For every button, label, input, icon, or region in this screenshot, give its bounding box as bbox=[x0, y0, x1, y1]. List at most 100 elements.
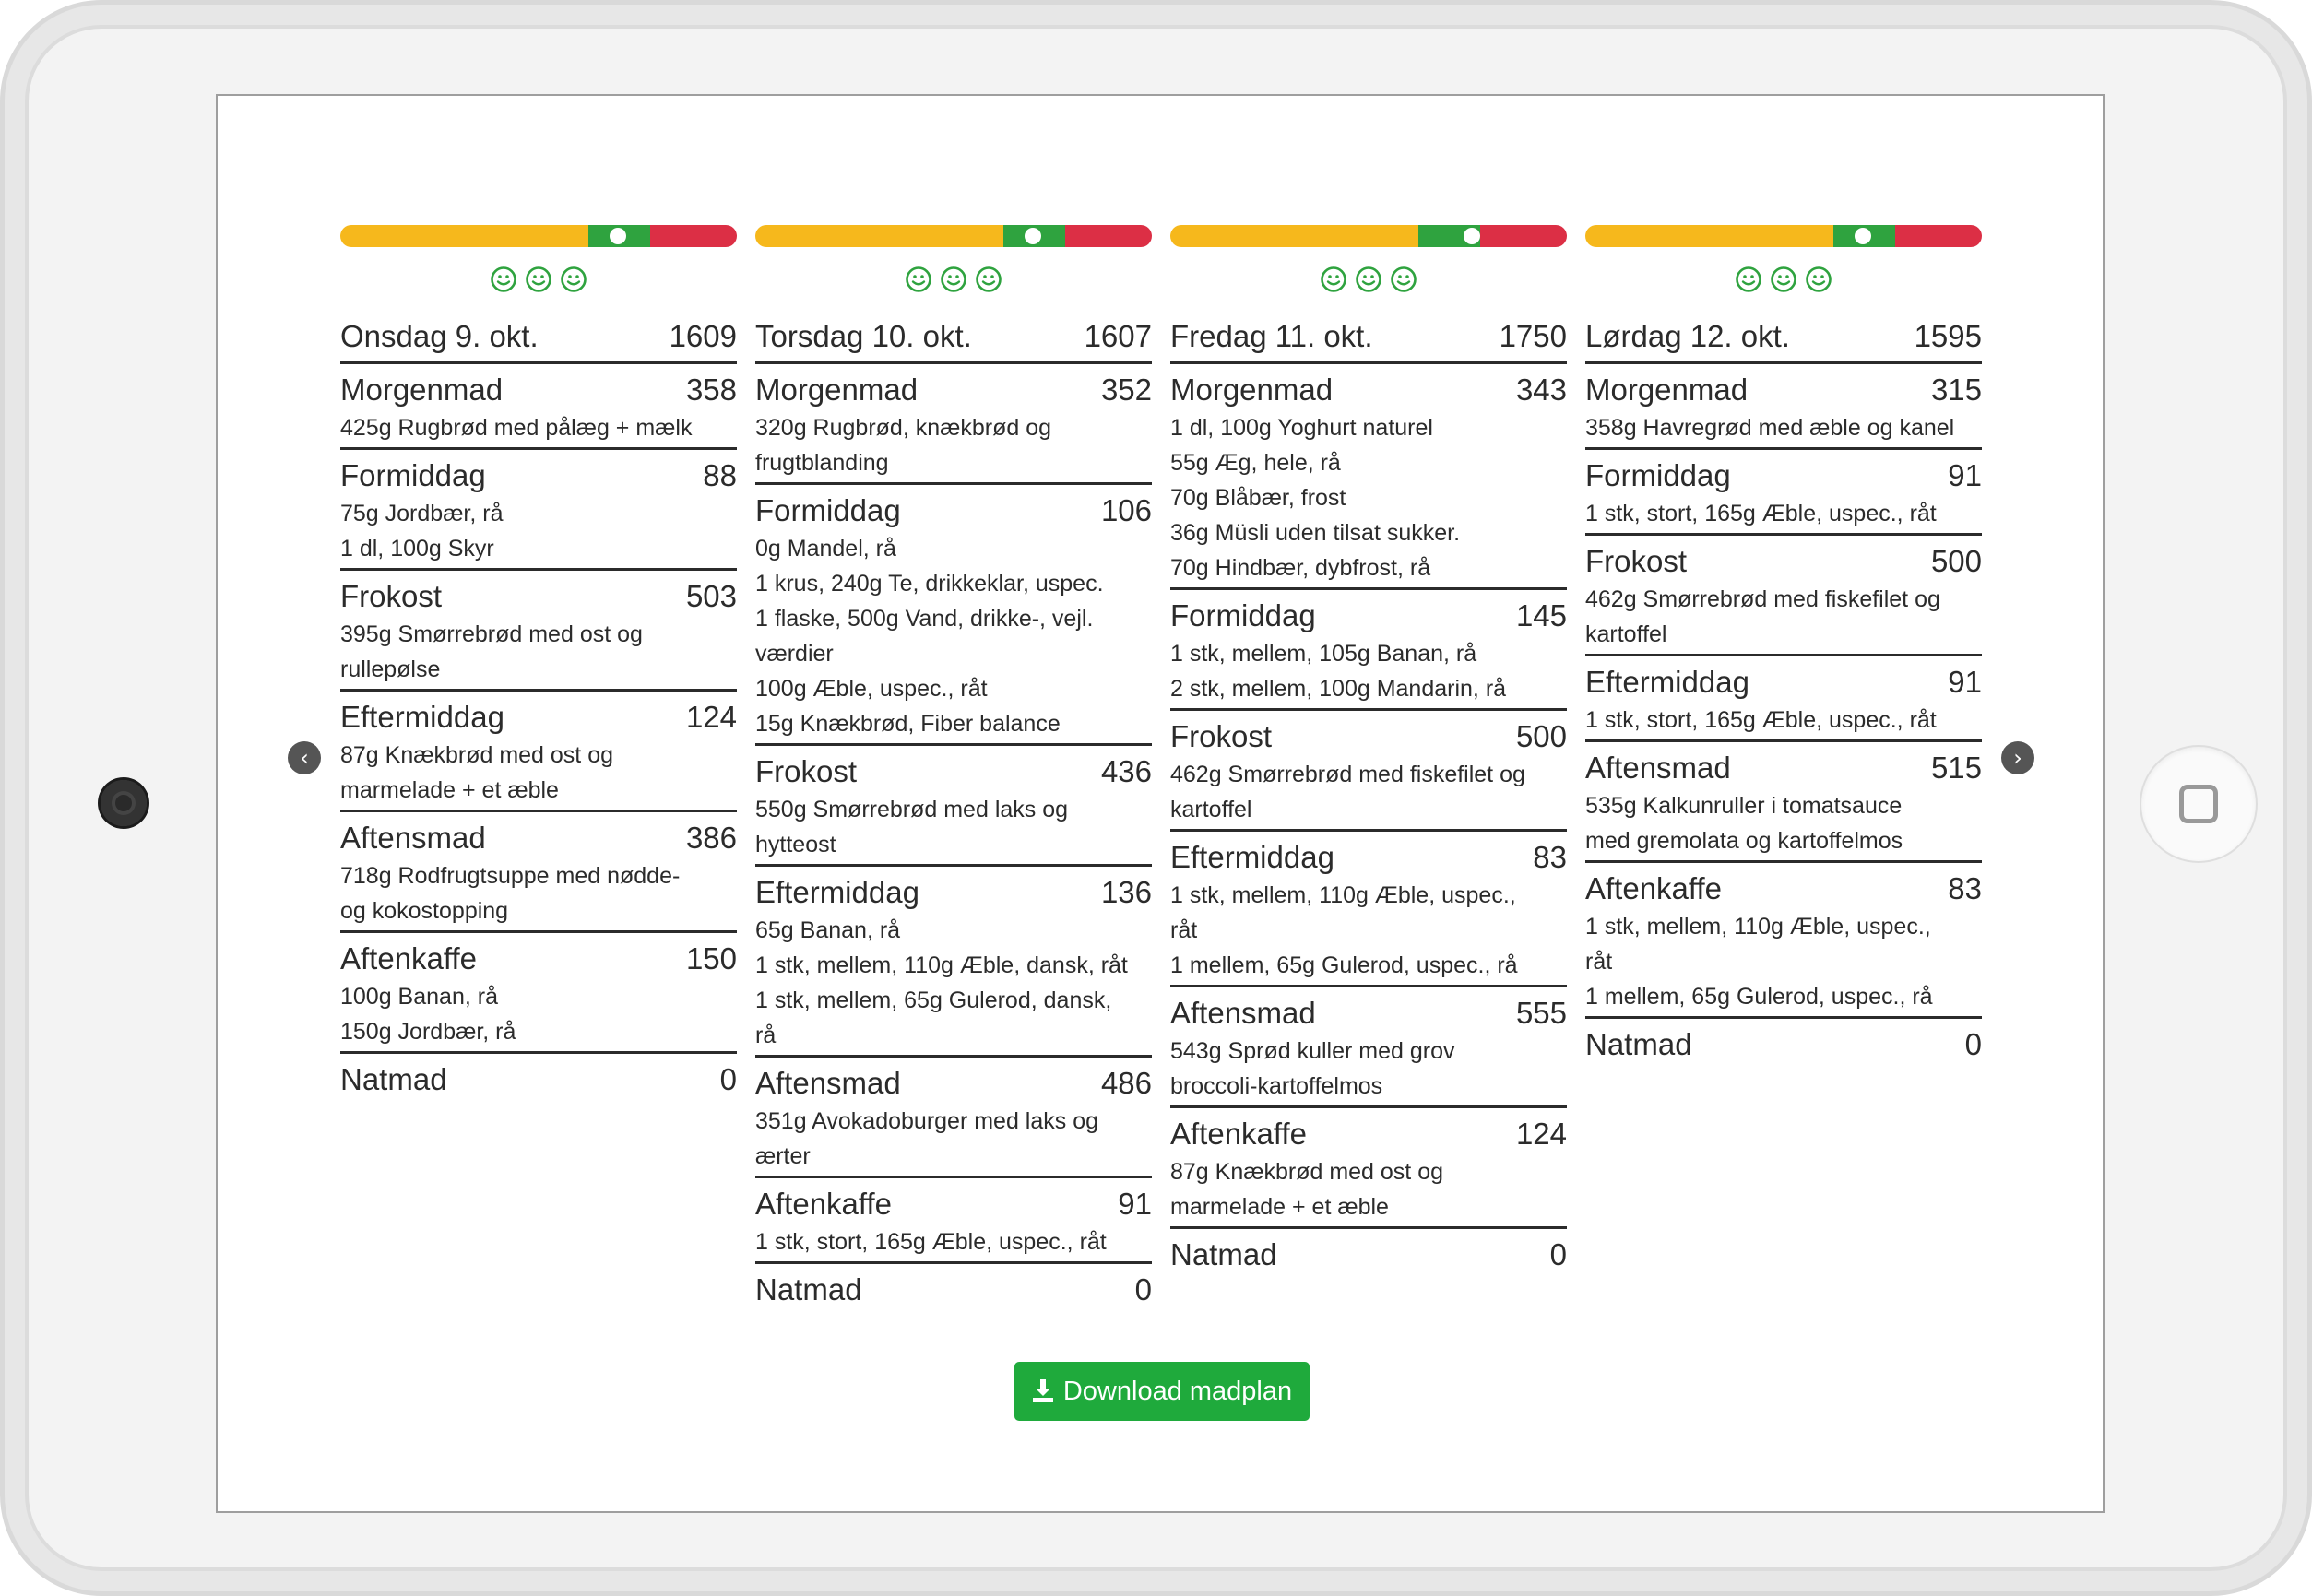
food-item: 1 dl, 100g Skyr bbox=[340, 536, 494, 562]
food-item: frugtblanding bbox=[755, 450, 889, 476]
meal-kcal: 358 bbox=[685, 372, 737, 407]
download-mealplan-button[interactable]: Download madplan bbox=[1014, 1362, 1310, 1421]
food-item: 150g Jordbær, rå bbox=[340, 1019, 516, 1045]
meal-name: Aftensmad bbox=[1170, 996, 1316, 1030]
gauge-red-segment bbox=[1480, 225, 1567, 247]
meal-kcal: 0 bbox=[1134, 1272, 1152, 1306]
meal-header: Aftenkaffe 150 bbox=[340, 939, 737, 979]
meal-header: Formiddag 88 bbox=[340, 455, 737, 496]
day-header: Fredag 11. okt. 1750 bbox=[1170, 319, 1567, 364]
meal-section: Aftenkaffe 150 100g Banan, rå 150g Jordbær,… bbox=[340, 933, 737, 1054]
meal-header: Aftensmad 486 bbox=[755, 1063, 1152, 1104]
meal-kcal: 0 bbox=[719, 1062, 737, 1096]
meal-header: Natmad 0 bbox=[1585, 1024, 1982, 1065]
meal-name: Aftenkaffe bbox=[340, 941, 478, 975]
meal-kcal: 91 bbox=[1948, 665, 1982, 699]
meal-section: Natmad 0 bbox=[755, 1264, 1152, 1312]
home-button[interactable] bbox=[2141, 747, 2256, 861]
meal-section: Formiddag 88 75g Jordbær, rå 1 dl, 100g Sky… bbox=[340, 450, 737, 571]
previous-arrow-icon[interactable]: ‹ bbox=[288, 741, 321, 774]
food-item: kartoffel bbox=[1585, 621, 1667, 647]
meal-name: Aftenkaffe bbox=[1170, 1117, 1308, 1151]
meal-header: Eftermiddag 136 bbox=[755, 872, 1152, 913]
day-column: Lørdag 12. okt. 1595 Morgenmad 315 358g Havr… bbox=[1585, 225, 1982, 1067]
meal-name: Natmad bbox=[1170, 1237, 1277, 1271]
food-item: 1 stk, mellem, 110g Æble, dansk, råt bbox=[755, 952, 1128, 978]
gauge-yellow-segment bbox=[340, 225, 588, 247]
meal-name: Frokost bbox=[340, 579, 443, 613]
smiley-icon bbox=[940, 266, 967, 293]
meal-section: Aftenkaffe 83 1 stk, mellem, 110g Æble, us… bbox=[1585, 863, 1982, 1019]
food-item: marmelade + et æble bbox=[340, 777, 559, 803]
day-column: Torsdag 10. okt. 1607 Morgenmad 352 320g Rug… bbox=[755, 225, 1152, 1312]
smiley-icon bbox=[975, 266, 1002, 293]
day-total-kcal: 1609 bbox=[669, 319, 737, 353]
meal-header: Frokost 503 bbox=[340, 576, 737, 617]
day-total-kcal: 1607 bbox=[1084, 319, 1152, 353]
rating-smileys bbox=[1585, 266, 1982, 306]
food-item: marmelade + et æble bbox=[1170, 1194, 1389, 1220]
meal-section: Natmad 0 bbox=[340, 1054, 737, 1102]
meal-kcal: 124 bbox=[685, 700, 737, 734]
meal-section: Formiddag 91 1 stk, stort, 165g Æble, uspe… bbox=[1585, 450, 1982, 536]
food-item: 15g Knækbrød, Fiber balance bbox=[755, 711, 1061, 737]
meal-header: Eftermiddag 91 bbox=[1585, 662, 1982, 703]
next-arrow-icon[interactable]: › bbox=[2001, 741, 2034, 774]
meal-name: Frokost bbox=[755, 754, 858, 788]
meal-header: Natmad 0 bbox=[755, 1270, 1152, 1310]
food-item: 358g Havregrød med æble og kanel bbox=[1585, 415, 1955, 441]
meal-section: Eftermiddag 83 1 stk, mellem, 110g Æble, u… bbox=[1170, 832, 1567, 987]
meal-header: Morgenmad 358 bbox=[340, 370, 737, 410]
meal-section: Morgenmad 352 320g Rugbrød, knækbrød og fru… bbox=[755, 364, 1152, 485]
meal-header: Aftenkaffe 83 bbox=[1585, 869, 1982, 909]
food-item: 462g Smørrebrød med fiskefilet og bbox=[1170, 762, 1525, 787]
meal-header: Aftensmad 386 bbox=[340, 818, 737, 858]
meal-section: Aftensmad 486 351g Avokadoburger med laks … bbox=[755, 1058, 1152, 1178]
food-item: 395g Smørrebrød med ost og bbox=[340, 621, 643, 647]
meal-name: Frokost bbox=[1585, 544, 1688, 578]
food-item: 1 stk, mellem, 65g Gulerod, dansk, bbox=[755, 987, 1112, 1013]
food-item: 1 stk, stort, 165g Æble, uspec., råt bbox=[1585, 501, 1937, 526]
food-item: 1 krus, 240g Te, drikkeklar, uspec. bbox=[755, 571, 1104, 597]
meal-header: Natmad 0 bbox=[1170, 1235, 1567, 1275]
meal-name: Frokost bbox=[1170, 719, 1273, 753]
day-total-kcal: 1595 bbox=[1914, 319, 1982, 353]
food-item: 535g Kalkunruller i tomatsauce bbox=[1585, 793, 1903, 819]
meal-header: Eftermiddag 83 bbox=[1170, 837, 1567, 878]
gauge-yellow-segment bbox=[755, 225, 1003, 247]
food-item: broccoli-kartoffelmos bbox=[1170, 1073, 1383, 1099]
meal-name: Morgenmad bbox=[1170, 372, 1334, 407]
download-label: Download madplan bbox=[1062, 1377, 1293, 1406]
food-item: 1 stk, stort, 165g Æble, uspec., råt bbox=[1585, 707, 1937, 733]
food-item: 75g Jordbær, rå bbox=[340, 501, 504, 526]
meal-section: Frokost 436 550g Smørrebrød med laks og hyt… bbox=[755, 746, 1152, 867]
meal-header: Aftenkaffe 124 bbox=[1170, 1114, 1567, 1154]
meal-kcal: 106 bbox=[1100, 493, 1152, 527]
calorie-gauge bbox=[340, 225, 737, 247]
smiley-icon bbox=[1390, 266, 1417, 293]
meal-header: Frokost 436 bbox=[755, 751, 1152, 792]
gauge-red-segment bbox=[1895, 225, 1982, 247]
meal-name: Natmad bbox=[1585, 1027, 1692, 1061]
day-header: Onsdag 9. okt. 1609 bbox=[340, 319, 737, 364]
meal-kcal: 486 bbox=[1100, 1066, 1152, 1100]
day-header: Torsdag 10. okt. 1607 bbox=[755, 319, 1152, 364]
smiley-icon bbox=[1770, 266, 1797, 293]
food-item: 543g Sprød kuller med grov bbox=[1170, 1038, 1455, 1064]
meal-name: Aftensmad bbox=[1585, 751, 1731, 785]
meal-header: Aftensmad 555 bbox=[1170, 993, 1567, 1034]
meal-kcal: 352 bbox=[1100, 372, 1152, 407]
meal-header: Aftensmad 515 bbox=[1585, 748, 1982, 788]
food-item: 320g Rugbrød, knækbrød og bbox=[755, 415, 1052, 441]
rating-smileys bbox=[340, 266, 737, 306]
gauge-red-segment bbox=[650, 225, 737, 247]
food-item: 55g Æg, hele, rå bbox=[1170, 450, 1341, 476]
food-item: rå bbox=[755, 1023, 777, 1048]
meal-kcal: 515 bbox=[1930, 751, 1982, 785]
smiley-icon bbox=[1320, 266, 1347, 293]
meal-kcal: 145 bbox=[1515, 598, 1567, 632]
food-item: 1 stk, stort, 165g Æble, uspec., råt bbox=[755, 1229, 1107, 1255]
food-item: 1 stk, mellem, 110g Æble, uspec., bbox=[1585, 914, 1931, 940]
meal-section: Aftensmad 555 543g Sprød kuller med grov br… bbox=[1170, 987, 1567, 1108]
meal-kcal: 91 bbox=[1118, 1187, 1152, 1221]
